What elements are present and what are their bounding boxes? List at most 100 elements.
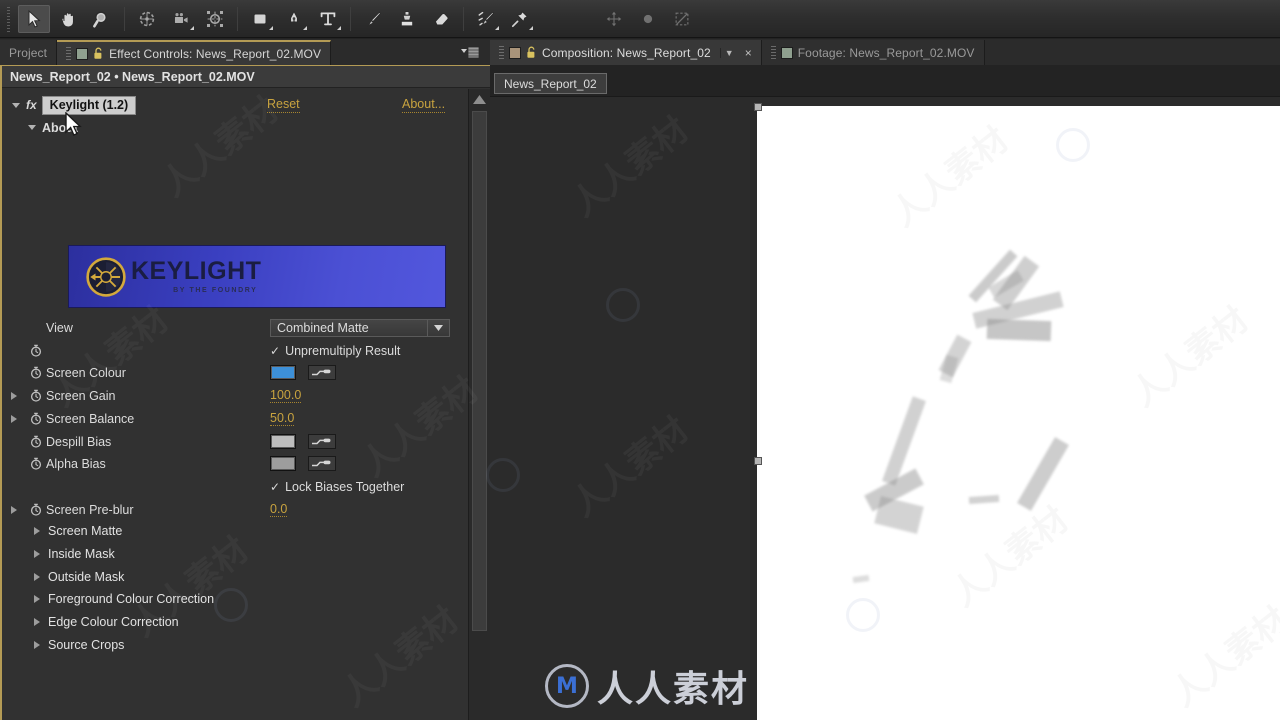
lock-icon[interactable] xyxy=(93,47,104,60)
selection-handle[interactable] xyxy=(754,103,762,111)
tool-flyout-corner xyxy=(269,25,273,30)
tool-flyout-corner xyxy=(529,25,533,30)
pan-behind-tool[interactable] xyxy=(199,5,231,33)
group-edge-colour-correction[interactable]: Edge Colour Correction xyxy=(2,610,468,633)
disclosure-triangle-icon xyxy=(34,526,40,535)
checkmark-icon: ✓ xyxy=(270,343,281,358)
stopwatch-icon[interactable] xyxy=(26,435,46,448)
tab-grip-icon xyxy=(770,46,776,59)
brush-tool[interactable] xyxy=(357,5,389,33)
tab-effect-controls-label: Effect Controls: News_Report_02.MOV xyxy=(109,46,322,61)
fx-icon[interactable]: fx xyxy=(26,98,37,112)
toolbar-right-group xyxy=(597,5,699,33)
tab-composition[interactable]: Composition: News_Report_02 ▼ × xyxy=(490,40,762,65)
reset-button[interactable]: Reset xyxy=(267,97,300,113)
param-screen-gain-row: Screen Gain 100.0 xyxy=(2,384,468,407)
lock-icon[interactable] xyxy=(526,46,537,59)
tab-project[interactable]: Project xyxy=(0,40,58,65)
param-screen-pre-blur-label: Screen Pre-blur xyxy=(46,502,134,517)
group-screen-matte[interactable]: Screen Matte xyxy=(2,519,468,542)
tab-footage[interactable]: Footage: News_Report_02.MOV xyxy=(761,40,985,65)
tab-composition-label: Composition: News_Report_02 xyxy=(542,45,711,60)
view-dropdown[interactable]: Combined Matte xyxy=(270,318,450,337)
lock-biases-together-checkbox[interactable]: ✓ Lock Biases Together xyxy=(270,480,404,494)
param-screen-colour-label: Screen Colour xyxy=(46,365,126,380)
param-unpremultiply-result-row: ✓ Unpremultiply Result xyxy=(2,339,468,362)
composition-viewer-panel[interactable] xyxy=(490,96,1280,720)
effect-name-field[interactable]: Keylight (1.2) xyxy=(41,95,137,115)
composition-canvas[interactable] xyxy=(757,106,1280,720)
eraser-tool[interactable] xyxy=(425,5,457,33)
breadcrumb: News_Report_02 • News_Report_02.MOV xyxy=(2,66,490,88)
panel-menu-icon[interactable] xyxy=(460,46,480,60)
about-button[interactable]: About... xyxy=(402,97,446,113)
circle-icon[interactable] xyxy=(632,5,664,33)
roto-brush-tool[interactable] xyxy=(470,5,502,33)
param-alpha-bias-row: Alpha Bias xyxy=(2,452,468,475)
eyedropper-icon[interactable] xyxy=(308,365,336,380)
shape-tool[interactable] xyxy=(244,5,276,33)
about-disclosure-triangle[interactable] xyxy=(28,125,36,130)
group-inside-mask[interactable]: Inside Mask xyxy=(2,542,468,565)
alpha-bias-swatch[interactable] xyxy=(270,456,296,471)
screen-balance-disclosure-triangle[interactable] xyxy=(2,414,26,423)
effect-disclosure-triangle[interactable] xyxy=(12,102,20,108)
puppet-pin-tool[interactable] xyxy=(504,5,536,33)
eyedropper-icon[interactable] xyxy=(308,434,336,449)
type-tool[interactable] xyxy=(312,5,344,33)
stopwatch-icon[interactable] xyxy=(26,344,46,357)
hand-tool[interactable] xyxy=(52,5,84,33)
group-outside-mask[interactable]: Outside Mask xyxy=(2,565,468,588)
toolbar-drag-grip[interactable] xyxy=(5,5,14,32)
zoom-tool[interactable] xyxy=(86,5,118,33)
rotation-tool[interactable] xyxy=(131,5,163,33)
group-foreground-colour-correction[interactable]: Foreground Colour Correction xyxy=(2,587,468,610)
despill-bias-swatch[interactable] xyxy=(270,434,296,449)
effect-controls-scrollbar[interactable] xyxy=(468,89,490,720)
param-screen-colour-row: Screen Colour xyxy=(2,361,468,384)
tool-flyout-corner xyxy=(190,25,194,30)
breadcrumb-text: News_Report_02 • News_Report_02.MOV xyxy=(10,69,255,84)
chevron-down-icon[interactable]: ▼ xyxy=(719,47,734,58)
screen-pre-blur-disclosure-triangle[interactable] xyxy=(2,505,26,514)
scrollbar-thumb[interactable] xyxy=(472,111,487,631)
composition-viewer-subtab-label: News_Report_02 xyxy=(504,76,597,91)
clone-stamp-tool[interactable] xyxy=(391,5,423,33)
param-screen-pre-blur-row: Screen Pre-blur 0.0 xyxy=(2,498,468,521)
composition-viewer-subtab[interactable]: News_Report_02 xyxy=(494,73,607,94)
unpremultiply-result-checkbox[interactable]: ✓ Unpremultiply Result xyxy=(270,344,400,358)
stopwatch-icon[interactable] xyxy=(26,503,46,516)
param-despill-bias-label: Despill Bias xyxy=(46,434,112,449)
close-icon[interactable]: × xyxy=(739,46,752,60)
screen-colour-swatch[interactable] xyxy=(270,365,296,380)
move-arrows-icon[interactable] xyxy=(598,5,630,33)
stopwatch-icon[interactable] xyxy=(26,412,46,425)
stopwatch-icon[interactable] xyxy=(26,389,46,402)
eyedropper-icon[interactable] xyxy=(308,456,336,471)
left-panel-tabbar: Project Effect Controls: News_Report_02.… xyxy=(0,39,490,65)
tab-effect-controls[interactable]: Effect Controls: News_Report_02.MOV xyxy=(57,40,332,65)
tool-flyout-corner xyxy=(303,25,307,30)
disclosure-triangle-icon xyxy=(34,617,40,626)
screen-gain-value[interactable]: 100.0 xyxy=(270,388,302,403)
stopwatch-icon[interactable] xyxy=(26,366,46,379)
screen-pre-blur-value[interactable]: 0.0 xyxy=(270,502,288,517)
selection-tool[interactable] xyxy=(18,4,50,33)
effect-controls-panel: News_Report_02 • News_Report_02.MOV fx K… xyxy=(0,65,490,720)
keylight-logo-icon xyxy=(86,256,126,297)
group-edge-colour-correction-label: Edge Colour Correction xyxy=(48,614,179,629)
group-inside-mask-label: Inside Mask xyxy=(48,546,115,561)
tab-color-swatch-icon xyxy=(509,46,521,59)
stopwatch-icon[interactable] xyxy=(26,457,46,470)
selection-handle[interactable] xyxy=(754,457,762,465)
panel-menu-group xyxy=(452,40,490,65)
screen-gain-disclosure-triangle[interactable] xyxy=(2,391,26,400)
keylight-logo-banner: KEYLIGHT BY THE FOUNDRY xyxy=(68,245,446,308)
screen-balance-value[interactable]: 50.0 xyxy=(270,411,295,426)
mask-icon[interactable] xyxy=(666,5,698,33)
camera-tool[interactable] xyxy=(165,5,197,33)
scroll-up-arrow-icon[interactable] xyxy=(469,89,490,109)
group-screen-matte-label: Screen Matte xyxy=(48,523,123,538)
pen-tool[interactable] xyxy=(278,5,310,33)
group-source-crops[interactable]: Source Crops xyxy=(2,633,468,656)
